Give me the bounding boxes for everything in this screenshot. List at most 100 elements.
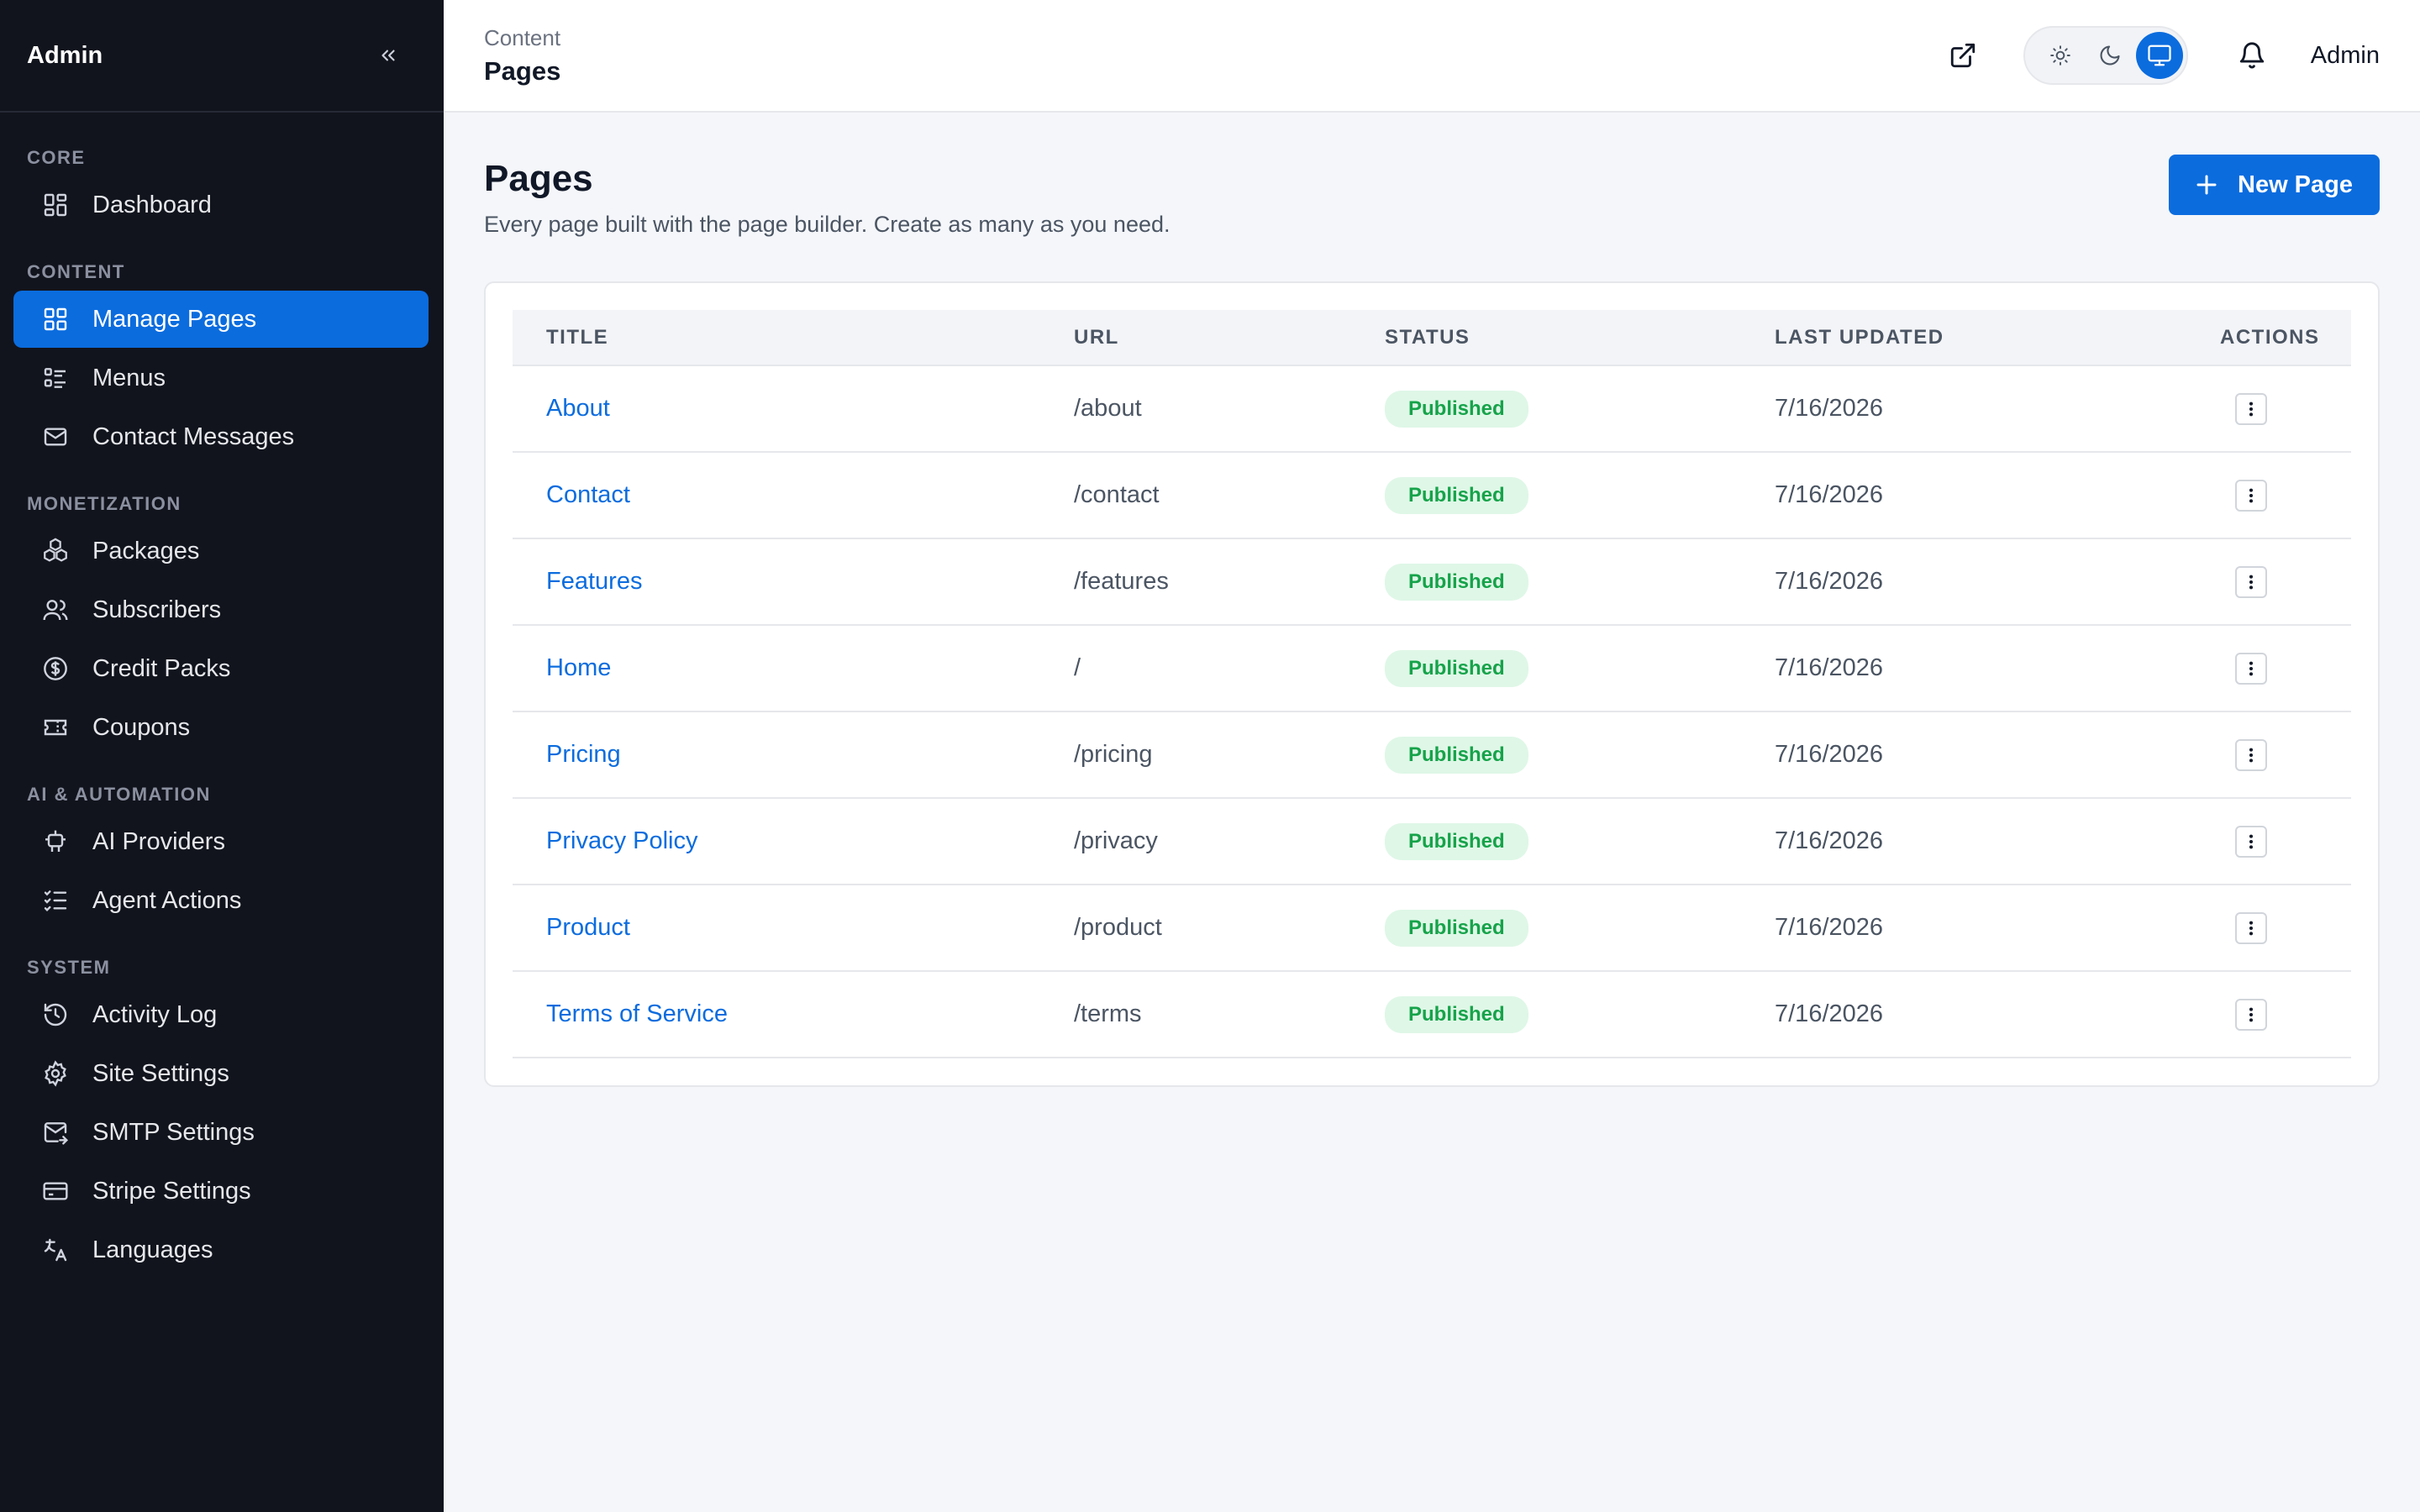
- more-vertical-icon: [2249, 402, 2254, 416]
- top-bar: Content Pages Admin: [444, 0, 2420, 113]
- breadcrumb-current: Pages: [484, 55, 561, 86]
- page-url: /: [1074, 654, 1081, 681]
- last-updated-date: 7/16/2026: [1775, 654, 1884, 681]
- mail-send-icon: [40, 1117, 71, 1147]
- page-title-link[interactable]: Terms of Service: [546, 1000, 728, 1027]
- page-url: /terms: [1074, 1000, 1142, 1027]
- view-site-button[interactable]: [1941, 34, 1985, 77]
- sidebar-item-label: Coupons: [92, 713, 191, 741]
- theme-light-button[interactable]: [2037, 32, 2084, 79]
- row-actions-button[interactable]: [2235, 652, 2267, 685]
- last-updated-date: 7/16/2026: [1775, 395, 1884, 422]
- sidebar-item-ai-providers[interactable]: AI Providers: [13, 813, 429, 870]
- sidebar-item-label: Languages: [92, 1236, 213, 1263]
- sidebar-item-packages[interactable]: Packages: [13, 522, 429, 580]
- row-actions-button[interactable]: [2235, 565, 2267, 598]
- user-menu[interactable]: Admin: [2311, 42, 2380, 70]
- bell-icon: [2239, 42, 2264, 69]
- page-title-link[interactable]: Contact: [546, 481, 630, 508]
- sidebar-item-label: Contact Messages: [92, 423, 295, 450]
- new-page-label: New Page: [2238, 171, 2353, 198]
- column-header-status: STATUS: [1351, 310, 1741, 366]
- top-actions: Admin: [1941, 26, 2380, 85]
- checklist-icon: [40, 885, 71, 916]
- sidebar-item-site-settings[interactable]: Site Settings: [13, 1045, 429, 1102]
- table-header-row: TITLE URL STATUS LAST UPDATED ACTIONS: [513, 310, 2351, 366]
- status-badge: Published: [1385, 909, 1528, 947]
- page-title-link[interactable]: Privacy Policy: [546, 827, 698, 854]
- more-vertical-icon: [2249, 661, 2254, 675]
- boxes-icon: [40, 536, 71, 566]
- sidebar-item-label: Stripe Settings: [92, 1177, 251, 1205]
- sidebar-item-subscribers[interactable]: Subscribers: [13, 581, 429, 638]
- sidebar-item-agent-actions[interactable]: Agent Actions: [13, 872, 429, 929]
- sidebar-item-label: Menus: [92, 364, 166, 391]
- ticket-icon: [40, 712, 71, 743]
- moon-icon: [2100, 45, 2120, 66]
- sidebar-item-languages[interactable]: Languages: [13, 1221, 429, 1278]
- row-actions-button[interactable]: [2235, 825, 2267, 858]
- column-header-title: TITLE: [513, 310, 1040, 366]
- page-title-link[interactable]: Features: [546, 568, 642, 595]
- more-vertical-icon: [2249, 1007, 2254, 1021]
- table-row: Home / Published 7/16/2026: [513, 625, 2351, 712]
- sidebar-item-dashboard[interactable]: Dashboard: [13, 176, 429, 234]
- main-content: Pages Every page built with the page bui…: [444, 114, 2420, 1512]
- section-label: AI & AUTOMATION: [27, 784, 211, 805]
- page-title-link[interactable]: Pricing: [546, 741, 621, 768]
- status-badge: Published: [1385, 822, 1528, 860]
- row-actions-button[interactable]: [2235, 738, 2267, 771]
- sidebar-item-label: Site Settings: [92, 1059, 229, 1087]
- theme-switcher: [2023, 26, 2188, 85]
- pages-table: TITLE URL STATUS LAST UPDATED ACTIONS Ab…: [513, 310, 2351, 1058]
- row-actions-button[interactable]: [2235, 998, 2267, 1031]
- external-link-icon: [1950, 43, 1975, 68]
- section-label: SYSTEM: [27, 957, 111, 978]
- sidebar-item-stripe-settings[interactable]: Stripe Settings: [13, 1163, 429, 1220]
- table-row: About /about Published 7/16/2026: [513, 365, 2351, 453]
- last-updated-date: 7/16/2026: [1775, 481, 1884, 508]
- chevrons-left-icon: [381, 50, 395, 61]
- menu-list-icon: [40, 363, 71, 393]
- nav-section-core: CORE Dashboard: [0, 148, 444, 234]
- column-header-actions: ACTIONS: [2186, 310, 2351, 366]
- brand-name: Admin: [27, 41, 103, 69]
- sidebar-item-label: Agent Actions: [92, 886, 242, 914]
- sidebar-item-coupons[interactable]: Coupons: [13, 699, 429, 756]
- last-updated-date: 7/16/2026: [1775, 1000, 1884, 1027]
- breadcrumb-parent[interactable]: Content: [484, 25, 560, 51]
- mail-icon: [40, 422, 71, 452]
- gear-icon: [40, 1058, 71, 1089]
- row-actions-button[interactable]: [2235, 911, 2267, 944]
- section-label: CORE: [27, 147, 86, 168]
- theme-system-button[interactable]: [2135, 32, 2183, 79]
- page-subtitle: Every page built with the page builder. …: [484, 212, 1171, 237]
- status-badge: Published: [1385, 736, 1528, 774]
- status-badge: Published: [1385, 995, 1528, 1033]
- credit-card-icon: [40, 1176, 71, 1206]
- collapse-sidebar-button[interactable]: [373, 40, 403, 71]
- sidebar-item-smtp-settings[interactable]: SMTP Settings: [13, 1104, 429, 1161]
- theme-dark-button[interactable]: [2086, 32, 2133, 79]
- sidebar-header: Admin: [0, 0, 444, 113]
- page-title-link[interactable]: Product: [546, 914, 630, 941]
- table-row: Product /product Published 7/16/2026: [513, 885, 2351, 972]
- sidebar-item-label: Activity Log: [92, 1000, 218, 1028]
- nav-section-ai-automation: AI & AUTOMATION AI Providers Agent Actio…: [0, 785, 444, 929]
- dollar-circle-icon: [40, 654, 71, 684]
- status-badge: Published: [1385, 649, 1528, 687]
- row-actions-button[interactable]: [2235, 479, 2267, 512]
- sidebar-item-menus[interactable]: Menus: [13, 349, 429, 407]
- sidebar-item-manage-pages[interactable]: Manage Pages: [13, 291, 429, 348]
- notifications-button[interactable]: [2230, 34, 2274, 77]
- page-title-link[interactable]: About: [546, 395, 610, 422]
- monitor-icon: [2148, 45, 2171, 66]
- sidebar-item-contact-messages[interactable]: Contact Messages: [13, 408, 429, 465]
- status-badge: Published: [1385, 390, 1528, 428]
- row-actions-button[interactable]: [2235, 392, 2267, 425]
- sidebar-item-credit-packs[interactable]: Credit Packs: [13, 640, 429, 697]
- sidebar-item-label: AI Providers: [92, 827, 225, 855]
- sidebar-item-activity-log[interactable]: Activity Log: [13, 986, 429, 1043]
- page-title-link[interactable]: Home: [546, 654, 611, 681]
- new-page-button[interactable]: New Page: [2169, 155, 2380, 215]
